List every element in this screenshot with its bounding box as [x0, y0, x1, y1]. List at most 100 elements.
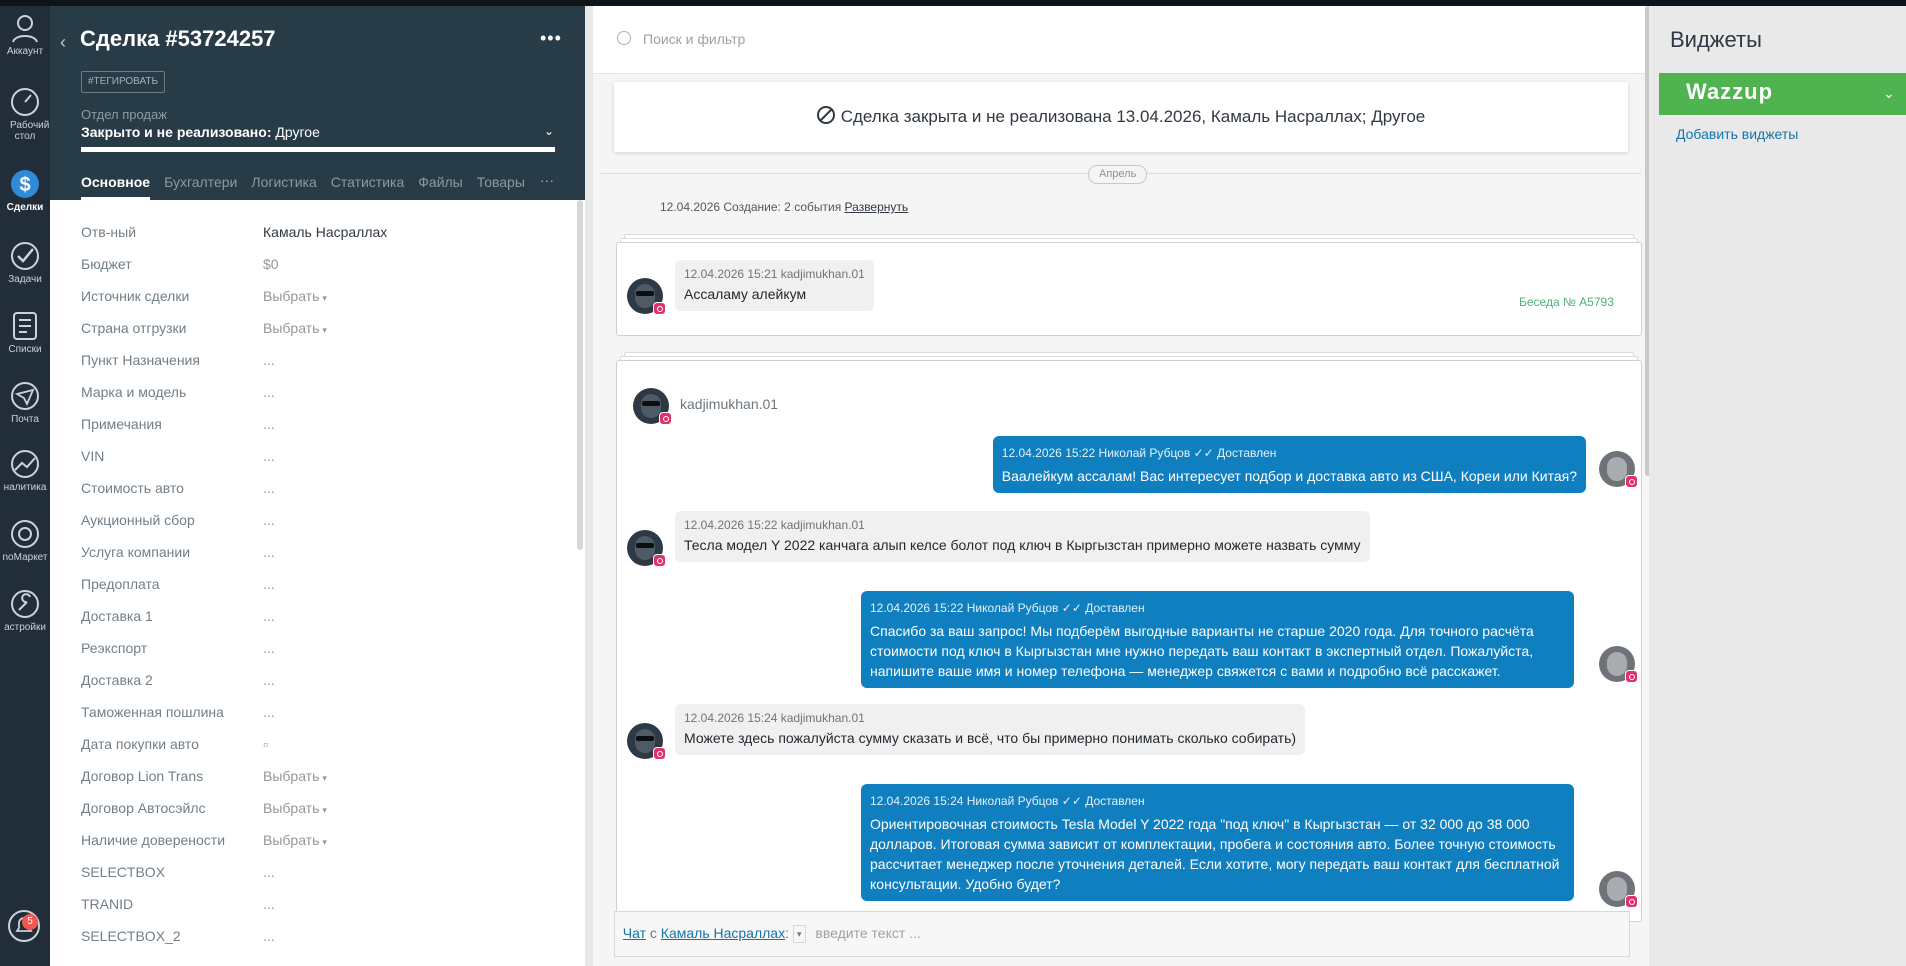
search-input[interactable]: [641, 30, 1545, 48]
chevron-down-icon: ▾: [322, 773, 327, 783]
expand-link[interactable]: Развернуть: [845, 200, 909, 214]
tabs-more-button[interactable]: ···: [540, 172, 554, 188]
field-select[interactable]: Выбрать ▾: [263, 320, 327, 336]
field-make-model[interactable]: Марка и модель...: [81, 384, 561, 416]
add-widgets-link[interactable]: Добавить виджеты: [1676, 126, 1798, 142]
field-delivery-1[interactable]: Доставка 1...: [81, 608, 561, 640]
field-company-service[interactable]: Услуга компании...: [81, 544, 561, 576]
field-value[interactable]: ...: [263, 512, 275, 528]
field-value[interactable]: ...: [263, 480, 275, 496]
field-destination[interactable]: Пункт Назначения...: [81, 352, 561, 384]
message-meta: 12.04.2026 15:22 kadjimukhan.01: [684, 518, 865, 532]
field-value[interactable]: ...: [263, 704, 275, 720]
field-notes[interactable]: Примечания...: [81, 416, 561, 448]
field-value[interactable]: ...: [263, 672, 275, 688]
chevron-down-icon[interactable]: ▾: [793, 925, 806, 943]
field-selectbox-2[interactable]: SELECTBOX_2...: [81, 928, 561, 960]
tab-products[interactable]: Товары: [477, 172, 525, 200]
field-car-cost[interactable]: Стоимость авто...: [81, 480, 561, 512]
nav-dashboard[interactable]: Рабочий стол: [0, 86, 50, 142]
field-value[interactable]: ...: [263, 576, 275, 592]
field-select[interactable]: Выбрать ▾: [263, 832, 327, 848]
tab-main[interactable]: Основное: [81, 172, 151, 200]
field-value[interactable]: ...: [263, 640, 275, 656]
nav-deals[interactable]: $ Сделки: [0, 168, 50, 213]
field-power-of-attorney[interactable]: Наличие доверености Выбрать ▾: [81, 832, 561, 864]
nav-market[interactable]: noМаркет: [0, 518, 50, 563]
field-value[interactable]: ...: [263, 928, 275, 944]
nav-account[interactable]: Аккаунт: [0, 12, 50, 57]
field-value[interactable]: ...: [263, 896, 275, 912]
nav-mail-label: Почта: [11, 414, 39, 425]
tab-files[interactable]: Файлы: [418, 172, 462, 200]
more-options-icon[interactable]: •••: [540, 28, 562, 49]
field-select[interactable]: Выбрать ▾: [263, 768, 327, 784]
field-vin[interactable]: VIN...: [81, 448, 561, 480]
field-budget[interactable]: Бюджет $0: [81, 256, 561, 288]
field-contract-autosales[interactable]: Договор Автосэйлс Выбрать ▾: [81, 800, 561, 832]
field-contract-lion-trans[interactable]: Договор Lion Trans Выбрать ▾: [81, 768, 561, 800]
tag-button[interactable]: #ТЕГИРОВАТЬ: [81, 71, 166, 93]
field-purchase-date[interactable]: Дата покупки авто ▫: [81, 736, 561, 768]
wazzup-widget[interactable]: Wazzup ⌄: [1659, 73, 1906, 115]
message-text: Спасибо за ваш запрос! Мы подберём выгод…: [870, 623, 1534, 679]
nav-deals-label: Сделки: [6, 202, 44, 213]
card-scrollbar[interactable]: [577, 200, 583, 550]
client-avatar: [627, 530, 666, 567]
field-reexport[interactable]: Реэкспорт...: [81, 640, 561, 672]
field-value[interactable]: ...: [263, 544, 275, 560]
message-status: Доставлен: [1085, 794, 1145, 808]
tab-logistics[interactable]: Логистика: [251, 172, 316, 200]
conversation-link[interactable]: Беседа № A5793: [1519, 295, 1614, 309]
nav-lists[interactable]: Списки: [0, 310, 50, 355]
message-meta: 12.04.2026 15:22 Николай Рубцов ✓✓ Доста…: [870, 598, 1565, 618]
field-label: Услуга компании: [81, 544, 191, 560]
field-customs-duty[interactable]: Таможенная пошлина...: [81, 704, 561, 736]
nav-mail[interactable]: Почта: [0, 380, 50, 425]
field-deal-source[interactable]: Источник сделки Выбрать ▾: [81, 288, 561, 320]
field-value[interactable]: ...: [263, 608, 275, 624]
deal-closed-text: Сделка закрыта и не реализована 13.04.20…: [840, 107, 1426, 126]
field-value[interactable]: ...: [263, 448, 275, 464]
chevron-down-icon[interactable]: ⌄: [544, 124, 554, 138]
delivered-check-icon: ✓✓: [1061, 601, 1082, 615]
message-text: Ваалейкум ассалам! Вас интересует подбор…: [1001, 468, 1577, 484]
field-ship-country[interactable]: Страна отгрузки Выбрать ▾: [81, 320, 561, 352]
composer-with: с: [649, 925, 657, 941]
message-input[interactable]: [813, 924, 1418, 942]
calendar-icon[interactable]: ▫: [263, 736, 268, 752]
field-delivery-2[interactable]: Доставка 2...: [81, 672, 561, 704]
field-prepayment[interactable]: Предоплата...: [81, 576, 561, 608]
field-tranid[interactable]: TRANID...: [81, 896, 561, 928]
nav-tasks[interactable]: Задачи: [0, 240, 50, 285]
chat-contact-link[interactable]: Камаль Насраллах: [661, 925, 785, 941]
field-label: Страна отгрузки: [81, 320, 187, 336]
field-selectbox[interactable]: SELECTBOX...: [81, 864, 561, 896]
tab-statistics[interactable]: Статистика: [331, 172, 405, 200]
tab-accounting[interactable]: Бухгалтери: [164, 172, 237, 200]
field-value[interactable]: Камаль Насраллах: [263, 224, 387, 240]
chat-type-link[interactable]: Чат: [623, 925, 646, 941]
market-icon: [11, 520, 39, 548]
widgets-title: Виджеты: [1670, 27, 1762, 52]
instagram-icon: [1625, 895, 1638, 908]
search-icon: [617, 31, 631, 45]
back-arrow-icon[interactable]: ‹: [60, 32, 66, 53]
field-select[interactable]: Выбрать ▾: [263, 288, 327, 304]
field-value[interactable]: ...: [263, 352, 275, 368]
field-value[interactable]: ...: [263, 384, 275, 400]
field-value: Выбрать: [263, 320, 320, 336]
field-responsible[interactable]: Отв-ный Камаль Насраллах: [81, 224, 561, 256]
nav-tasks-label: Задачи: [8, 274, 42, 285]
deal-status-select[interactable]: Закрыто и не реализовано: Другое: [81, 124, 320, 140]
field-value[interactable]: $0: [263, 256, 279, 272]
field-value[interactable]: ...: [263, 864, 275, 880]
field-label: Дата покупки авто: [81, 736, 199, 752]
nav-analytics[interactable]: налитика: [0, 448, 50, 493]
field-auction-fee[interactable]: Аукционный сбор...: [81, 512, 561, 544]
nav-settings[interactable]: астройки: [0, 588, 50, 633]
conversation-card: kadjimukhan.01 12.04.2026 15:22 Николай …: [616, 360, 1642, 922]
field-select[interactable]: Выбрать ▾: [263, 800, 327, 816]
field-value[interactable]: ...: [263, 416, 275, 432]
field-label: Отв-ный: [81, 224, 137, 240]
